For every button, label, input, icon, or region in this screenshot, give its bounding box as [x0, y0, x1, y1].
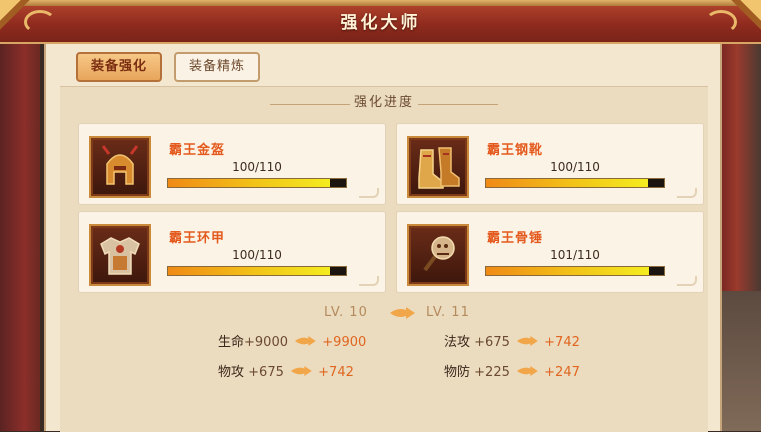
window-title: 强化大师 — [340, 13, 421, 33]
equipment-name: 霸王金盔 — [169, 143, 226, 158]
progress-text: 101/110 — [550, 248, 600, 262]
arrow-right-icon — [517, 336, 538, 346]
stat-from: +225 — [474, 365, 510, 380]
level-to: LV. 11 — [426, 305, 470, 320]
level-from: LV. 10 — [324, 305, 368, 320]
arrow-right-icon — [291, 366, 312, 376]
progress-fill — [486, 179, 648, 187]
equipment-card-boots[interactable]: 霸王钢靴 100/110 — [396, 123, 704, 205]
boots-icon — [418, 147, 460, 189]
stat-from: +675 — [248, 365, 284, 380]
equipment-card-helmet[interactable]: 霸王金盔 100/110 — [78, 123, 386, 205]
stat-row-physical-defense: 物防 +225 +247 — [444, 361, 580, 380]
main-panel: 装备强化 装备精炼 强化进度 霸王金盔 100/110 霸王钢靴 100/110… — [44, 44, 722, 432]
hammer-icon — [423, 236, 455, 272]
stat-label: 生命 — [218, 335, 245, 350]
card-corner-decoration — [677, 188, 697, 198]
equipment-name: 霸王钢靴 — [487, 143, 544, 158]
progress-bar — [167, 266, 347, 276]
stat-label: 物防 — [444, 365, 471, 380]
equipment-card-hammer[interactable]: 霸王骨锤 101/110 — [396, 211, 704, 293]
arrow-right-icon — [517, 366, 538, 376]
divider — [270, 104, 350, 105]
card-corner-decoration — [359, 276, 379, 286]
section-header: 强化进度 — [60, 91, 708, 111]
arrow-right-icon — [295, 336, 316, 346]
armor-icon — [100, 237, 140, 275]
progress-fill — [486, 267, 650, 275]
enhance-progress-area: 强化进度 霸王金盔 100/110 霸王钢靴 100/110 霸王环甲 100/… — [60, 86, 708, 432]
stat-to: +742 — [318, 365, 354, 380]
progress-text: 100/110 — [550, 160, 600, 174]
card-corner-decoration — [359, 188, 379, 198]
progress-text: 100/110 — [232, 248, 282, 262]
stat-row-hp: 生命+9000 +9900 — [218, 331, 366, 350]
equipment-card-armor[interactable]: 霸王环甲 100/110 — [78, 211, 386, 293]
progress-fill — [168, 267, 330, 275]
progress-bar — [485, 266, 665, 276]
stat-to: +247 — [544, 365, 580, 380]
stat-label: 物攻 — [218, 365, 245, 380]
progress-text: 100/110 — [232, 160, 282, 174]
equipment-name: 霸王骨锤 — [487, 231, 544, 246]
divider — [418, 104, 498, 105]
card-corner-decoration — [677, 276, 697, 286]
equipment-name: 霸王环甲 — [169, 231, 226, 246]
section-title: 强化进度 — [353, 95, 414, 110]
progress-bar — [485, 178, 665, 188]
item-frame — [407, 136, 469, 198]
tab-equipment-enhance[interactable]: 装备强化 — [76, 52, 162, 82]
stat-from: +675 — [474, 335, 510, 350]
progress-bar — [167, 178, 347, 188]
stat-to: +742 — [544, 335, 580, 350]
title-bar: 强化大师 — [0, 0, 761, 44]
stat-row-physical-attack: 物攻 +675 +742 — [218, 361, 354, 380]
backdrop-right-bottom — [721, 291, 761, 431]
item-frame — [407, 224, 469, 286]
stat-to: +9900 — [322, 335, 367, 350]
item-frame — [89, 136, 151, 198]
backdrop-left — [0, 0, 40, 431]
helmet-icon — [101, 145, 139, 185]
stat-from: +9000 — [244, 335, 288, 350]
arrow-right-icon — [390, 307, 415, 319]
stat-label: 法攻 — [444, 335, 471, 350]
tab-equipment-refine[interactable]: 装备精炼 — [174, 52, 260, 82]
item-frame — [89, 224, 151, 286]
progress-fill — [168, 179, 330, 187]
stat-row-magic-attack: 法攻 +675 +742 — [444, 331, 580, 350]
level-change-row: LV. 10 LV. 11 — [60, 305, 708, 323]
